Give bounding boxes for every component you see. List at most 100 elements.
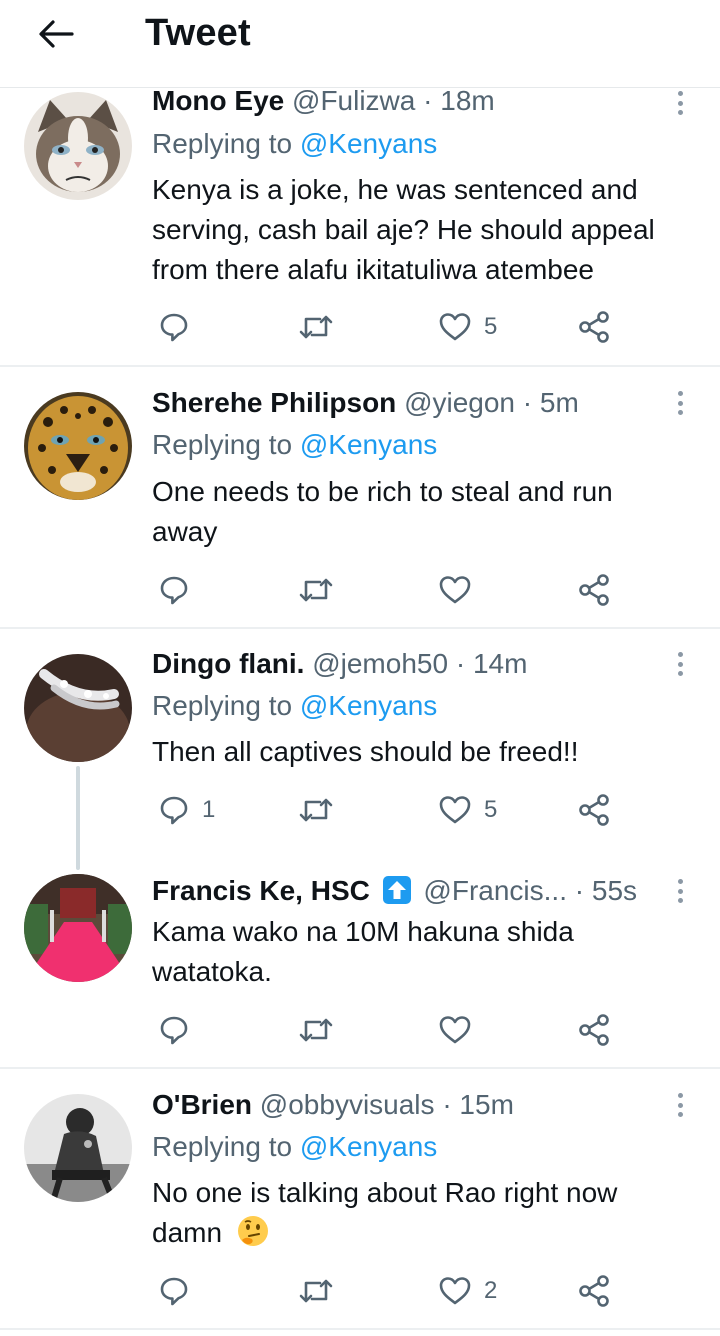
display-name[interactable]: Francis Ke, HSC <box>152 875 370 906</box>
more-icon <box>677 879 683 884</box>
retweet-button[interactable] <box>298 570 346 610</box>
more-options-button[interactable] <box>670 388 690 418</box>
tweet-text-line: Kenya is a joke, he was sentenced and <box>152 174 638 205</box>
separator-dot: · <box>574 875 585 906</box>
timestamp[interactable]: 18m <box>440 85 494 116</box>
tweet-text-line: Then all captives should be freed!! <box>152 736 579 767</box>
tweet-text-line: No one is talking about Rao right now <box>152 1177 618 1208</box>
avatar-obrien[interactable] <box>24 1094 132 1202</box>
more-icon <box>677 652 683 657</box>
like-button[interactable]: 5 <box>438 790 497 830</box>
share-icon <box>579 794 609 826</box>
tweet-header: Francis Ke, HSC @Francis... · 55s <box>152 871 637 911</box>
retweet-icon <box>299 578 333 602</box>
share-button[interactable] <box>578 307 612 347</box>
user-handle[interactable]: @yiegon <box>404 387 515 418</box>
tweet-divider <box>0 627 720 629</box>
tweet-text-line: away <box>152 516 218 547</box>
retweet-button[interactable] <box>298 1271 346 1311</box>
share-button[interactable] <box>578 1271 612 1311</box>
reply-icon <box>160 313 188 342</box>
reply-button[interactable] <box>158 1271 202 1311</box>
thinking-face-emoji <box>237 1216 268 1246</box>
more-icon <box>677 1093 683 1098</box>
share-icon <box>579 574 609 606</box>
like-button[interactable] <box>438 1010 484 1050</box>
user-handle[interactable]: @jemoh50 <box>312 648 448 679</box>
reply-button[interactable] <box>158 307 202 347</box>
display-name[interactable]: O'Brien <box>152 1089 252 1120</box>
avatar-francis-ke[interactable] <box>24 874 132 982</box>
retweet-icon <box>299 1018 333 1042</box>
mention-link[interactable]: @Kenyans <box>300 128 437 159</box>
separator-dot: · <box>522 387 533 418</box>
tweet-text-line: One needs to be rich to steal and run <box>152 476 613 507</box>
replying-to-label: Replying to <box>152 690 293 721</box>
replying-to-label: Replying to <box>152 429 293 460</box>
top-bar: Tweet <box>0 0 720 88</box>
avatar-dingo-flani[interactable] <box>24 654 132 762</box>
reply-button[interactable]: 1 <box>158 790 215 830</box>
avatar-sherehe-philipson[interactable] <box>24 392 132 500</box>
share-button[interactable] <box>578 1010 612 1050</box>
replying-to: Replying to @Kenyans <box>152 686 437 726</box>
user-handle[interactable]: @obbyvisuals <box>260 1089 435 1120</box>
retweet-icon <box>299 798 333 822</box>
more-options-button[interactable] <box>670 88 690 118</box>
more-options-button[interactable] <box>670 876 690 906</box>
mention-link[interactable]: @Kenyans <box>300 1131 437 1162</box>
share-button[interactable] <box>578 790 612 830</box>
thread-connector <box>76 766 80 870</box>
mention-link[interactable]: @Kenyans <box>300 690 437 721</box>
like-count: 5 <box>484 313 498 340</box>
retweet-button[interactable] <box>298 307 346 347</box>
display-name[interactable]: Sherehe Philipson <box>152 387 396 418</box>
reply-icon <box>160 796 188 825</box>
separator-dot: · <box>423 85 433 116</box>
more-options-button[interactable] <box>670 649 690 679</box>
timestamp[interactable]: 14m <box>473 648 527 679</box>
timestamp[interactable]: 15m <box>459 1089 513 1120</box>
replying-to-label: Replying to <box>152 128 293 159</box>
share-button[interactable] <box>578 570 612 610</box>
like-icon <box>439 313 471 341</box>
reply-button[interactable] <box>158 1010 202 1050</box>
user-handle[interactable]: @Fulizwa <box>292 85 415 116</box>
like-icon <box>439 1277 471 1305</box>
reply-icon <box>160 1016 188 1045</box>
tweet-text-line: from there alafu ikitatuliwa atembee <box>152 254 594 285</box>
reply-icon <box>160 1277 188 1306</box>
more-options-button[interactable] <box>670 1090 690 1120</box>
timestamp[interactable]: 55s <box>592 875 637 906</box>
separator-dot: · <box>455 648 466 679</box>
tweet-divider <box>0 1328 720 1330</box>
reply-count: 1 <box>202 796 216 823</box>
mention-link[interactable]: @Kenyans <box>300 429 437 460</box>
back-button[interactable] <box>36 14 76 54</box>
share-icon <box>579 311 609 343</box>
display-name[interactable]: Mono Eye <box>152 85 284 116</box>
more-icon <box>677 391 683 396</box>
tweet-divider <box>0 1067 720 1069</box>
retweet-button[interactable] <box>298 1010 346 1050</box>
like-icon <box>439 1016 471 1044</box>
user-handle[interactable]: @Francis... <box>423 875 567 906</box>
like-button[interactable]: 5 <box>438 307 497 347</box>
reply-button[interactable] <box>158 570 202 610</box>
tweet-header: O'Brien @obbyvisuals · 15m <box>152 1085 514 1125</box>
replying-to: Replying to @Kenyans <box>152 425 437 465</box>
separator-dot: · <box>442 1089 452 1120</box>
back-arrow-icon <box>39 20 74 48</box>
tweet-header: Dingo flani. @jemoh50 · 14m <box>152 644 527 684</box>
reply-icon <box>160 576 188 605</box>
retweet-button[interactable] <box>298 790 346 830</box>
display-name[interactable]: Dingo flani. <box>152 648 304 679</box>
like-count: 5 <box>484 796 498 823</box>
like-button[interactable] <box>438 570 484 610</box>
up-arrow-badge-icon <box>382 876 411 904</box>
timestamp[interactable]: 5m <box>540 387 579 418</box>
tweet-text-line-with-emoji: damn <box>152 1213 270 1253</box>
more-icon <box>677 91 683 96</box>
avatar-mono-eye[interactable] <box>24 92 132 200</box>
like-button[interactable]: 2 <box>438 1271 497 1311</box>
